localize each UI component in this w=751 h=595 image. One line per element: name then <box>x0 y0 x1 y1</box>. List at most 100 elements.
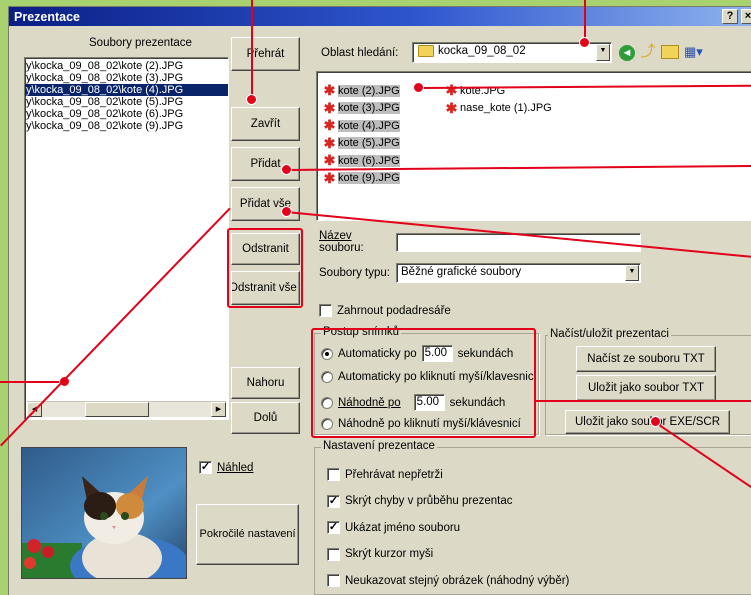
presentation-file-item[interactable]: y\kocka_09_08_02\kote (4).JPG <box>25 84 228 96</box>
callout-line <box>0 381 64 383</box>
filetype-value: Běžné grafické soubory <box>401 266 522 278</box>
filename-label-line2: souboru: <box>319 242 364 254</box>
jpg-file-icon: ✱ <box>323 82 336 98</box>
jpg-file-icon: ✱ <box>323 152 336 168</box>
jpg-file-icon: ✱ <box>323 134 336 151</box>
jpg-file-icon: ✱ <box>323 169 336 186</box>
jpg-file-icon: ✱ <box>445 99 458 116</box>
play-button-label: Přehrát <box>246 48 285 60</box>
advanced-settings-button[interactable]: Pokročilé nastavení <box>196 504 299 565</box>
presentation-file-item[interactable]: y\kocka_09_08_02\kote (5).JPG <box>25 96 228 108</box>
settings-option[interactable]: Neukazovat stejný obrázek (náhodný výběr… <box>327 574 569 587</box>
back-icon[interactable]: ◄ <box>619 45 635 61</box>
include-subfolders-label: Zahrnout podadresáře <box>337 304 451 317</box>
preview-label: Náhled <box>217 461 254 474</box>
file-browser-list[interactable]: ✱ kote (2).JPG ✱ kote (3).JPG ✱ kote (4).JPG ✱… <box>316 71 751 221</box>
filetype-dropdown[interactable]: Běžné grafické soubory ▼ <box>396 263 641 283</box>
presentation-settings-title: Nastavení prezentace <box>321 440 437 452</box>
settings-option[interactable]: Skrýt kurzor myši <box>327 547 434 561</box>
browser-file-item[interactable]: ✱ kote (4).JPG <box>323 117 400 134</box>
chevron-down-icon[interactable]: ▼ <box>596 44 610 61</box>
move-down-button-label: Dolů <box>253 412 278 424</box>
view-menu-icon[interactable]: ▦▾ <box>684 44 706 60</box>
presentation-file-item[interactable]: y\kocka_09_08_02\kote (3).JPG <box>25 72 228 84</box>
chevron-down-icon[interactable]: ▼ <box>625 265 639 281</box>
kitten-photo <box>22 448 186 578</box>
browser-file-item[interactable]: ✱ kote.JPG <box>445 82 506 99</box>
settings-option[interactable]: ✓ Ukázat jméno souboru <box>327 521 460 534</box>
load-txt-button[interactable]: Načíst ze souboru TXT <box>576 346 716 372</box>
filetype-label: Soubory typu: <box>319 267 390 279</box>
callout-line <box>251 0 253 99</box>
settings-checkbox[interactable]: ✓ <box>327 494 340 508</box>
browser-file-name: kote (5).JPG <box>338 137 400 149</box>
load-txt-label: Načíst ze souboru TXT <box>587 353 705 365</box>
folder-icon <box>418 45 434 57</box>
presentation-file-item[interactable]: y\kocka_09_08_02\kote (6).JPG <box>25 108 228 120</box>
new-folder-icon[interactable] <box>661 45 679 59</box>
browser-file-item[interactable]: ✱ kote (6).JPG <box>323 152 400 169</box>
settings-option-label: Skrýt kurzor myši <box>345 548 434 560</box>
save-txt-label: Uložit jako soubor TXT <box>587 382 705 394</box>
remove-buttons-highlight <box>227 228 303 308</box>
advanced-settings-label: Pokročilé nastavení <box>199 528 296 540</box>
look-in-label: Oblast hledání: <box>321 47 399 59</box>
presentation-dialog: Prezentace ? × Soubory prezentace y\kock… <box>8 6 751 595</box>
jpg-file-icon: ✱ <box>323 99 336 116</box>
settings-option[interactable]: Přehrávat nepřetrži <box>327 468 443 481</box>
filename-label: Název souboru: <box>319 230 364 254</box>
settings-checkbox[interactable] <box>327 547 340 561</box>
browser-file-name: kote (2).JPG <box>338 84 400 97</box>
preview-checkbox-box[interactable]: ✓ <box>199 461 212 474</box>
move-up-button[interactable]: Nahoru <box>231 367 300 399</box>
sequence-highlight <box>311 328 536 438</box>
filename-label-line1: Název <box>319 230 352 242</box>
up-folder-icon[interactable]: ⤴ <box>639 43 657 61</box>
browser-file-item[interactable]: ✱ kote (5).JPG <box>323 135 400 152</box>
horizontal-scrollbar[interactable]: ◀ ▶ <box>27 401 226 417</box>
browser-file-item[interactable]: ✱ kote (9).JPG <box>323 170 400 187</box>
browser-file-name: kote (3).JPG <box>338 102 400 114</box>
play-button[interactable]: Přehrát <box>231 37 300 71</box>
callout-dot <box>650 416 661 427</box>
include-subfolders-box[interactable] <box>319 304 332 317</box>
settings-option[interactable]: ✓ Skrýt chyby v průběhu prezentac <box>327 494 513 508</box>
settings-checkbox[interactable] <box>327 468 340 481</box>
browser-file-item[interactable]: ✱ kote (3).JPG <box>323 100 400 117</box>
settings-option-label: Neukazovat stejný obrázek (náhodný výběr… <box>345 574 570 587</box>
window-title: Prezentace <box>14 10 81 24</box>
callout-dot <box>281 206 292 217</box>
presentation-settings-group: Nastavení prezentace Přehrávat nepřetrži… <box>314 440 751 595</box>
settings-option-label: Přehrávat nepřetrži <box>345 468 443 481</box>
help-button[interactable]: ? <box>722 9 738 24</box>
browser-file-name: kote (6).JPG <box>338 154 400 167</box>
browser-file-name: kote (4).JPG <box>338 119 400 132</box>
scroll-right-arrow-icon[interactable]: ▶ <box>211 402 226 417</box>
save-txt-button[interactable]: Uložit jako soubor TXT <box>576 375 716 401</box>
close-button[interactable]: Zavřít <box>231 107 300 141</box>
move-down-button[interactable]: Dolů <box>231 402 300 434</box>
callout-dot <box>413 82 424 93</box>
callout-line <box>584 0 586 40</box>
settings-checkbox[interactable] <box>327 574 340 587</box>
load-save-title: Načíst/uložit prezentaci <box>548 328 671 340</box>
callout-line <box>536 400 751 402</box>
callout-dot <box>246 94 257 105</box>
settings-checkbox[interactable]: ✓ <box>327 521 340 534</box>
browser-file-item[interactable]: ✱ nase_kote (1).JPG <box>445 100 552 117</box>
settings-option-label: Skrýt chyby v průběhu prezentac <box>345 495 513 507</box>
preview-checkbox[interactable]: ✓ Náhled <box>199 461 253 474</box>
presentation-file-item[interactable]: y\kocka_09_08_02\kote (2).JPG <box>25 60 228 72</box>
callout-dot <box>281 164 292 175</box>
close-window-button[interactable]: × <box>741 9 751 24</box>
scrollbar-thumb[interactable] <box>85 402 149 417</box>
include-subfolders-checkbox[interactable]: Zahrnout podadresáře <box>319 304 451 317</box>
save-exe-label: Uložit jako soubor EXE/SCR <box>574 416 721 428</box>
presentation-files-header: Soubory prezentace <box>89 37 192 49</box>
folder-name: kocka_09_08_02 <box>438 45 526 57</box>
browser-file-item[interactable]: ✱ kote (2).JPG <box>323 82 400 99</box>
browser-file-name: kote (9).JPG <box>338 172 400 184</box>
presentation-file-item[interactable]: y\kocka_09_08_02\kote (9).JPG <box>25 120 228 132</box>
close-button-label: Zavřít <box>250 118 281 130</box>
save-exe-button[interactable]: Uložit jako soubor EXE/SCR <box>565 410 730 434</box>
